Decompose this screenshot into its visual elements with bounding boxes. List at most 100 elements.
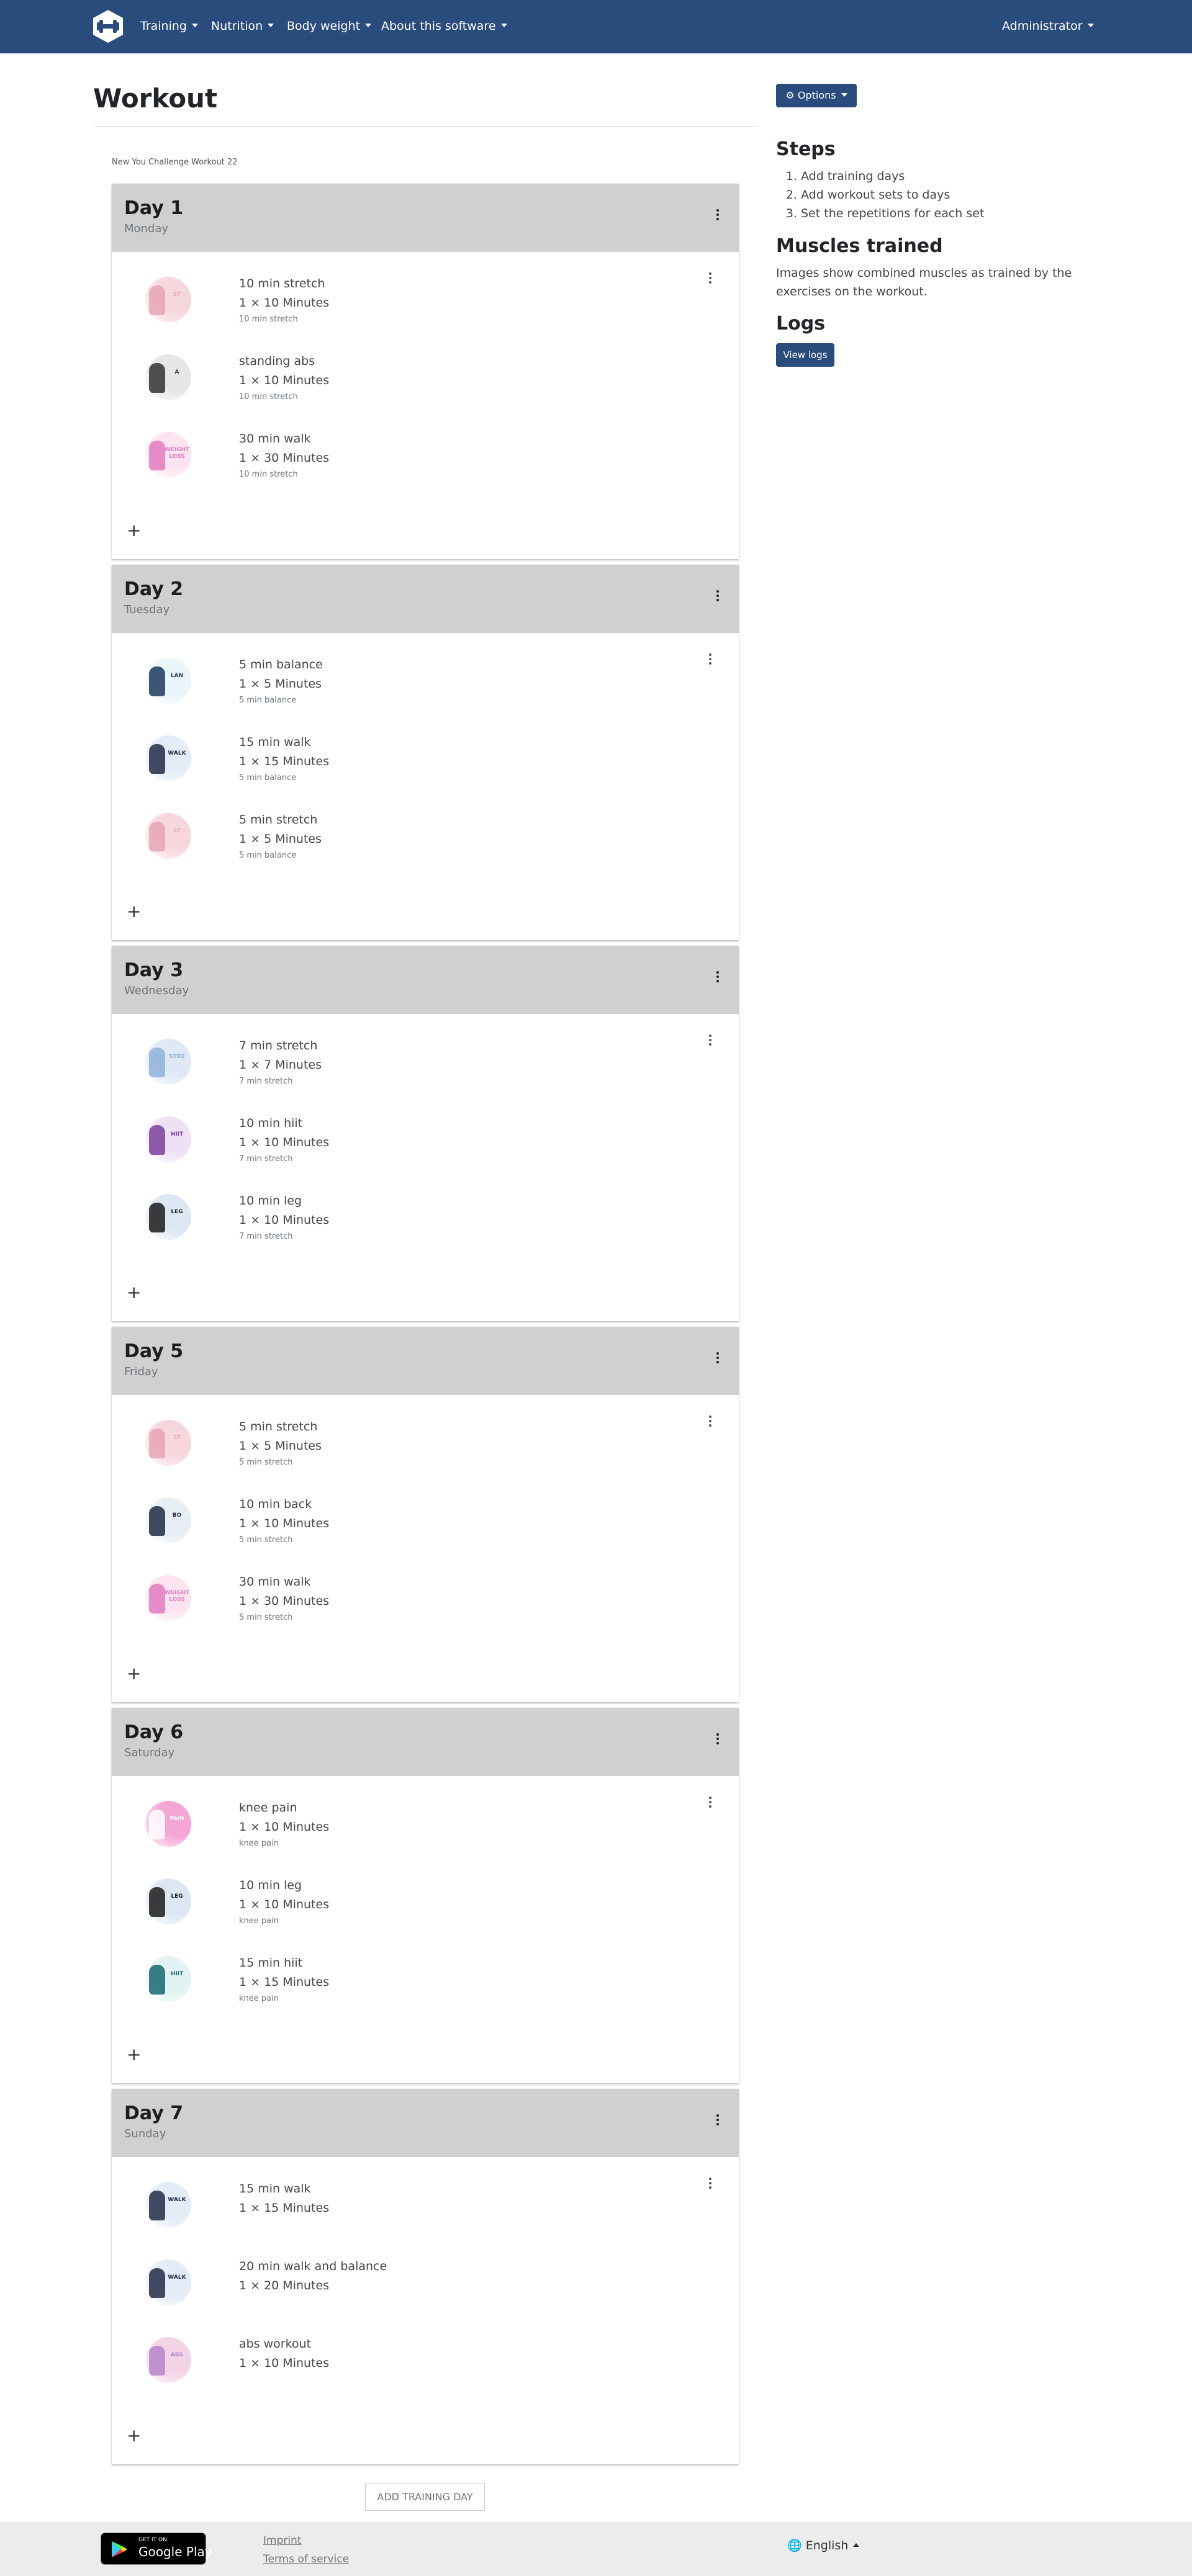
- exercise-thumbnail: ST: [145, 277, 191, 323]
- set-menu-icon[interactable]: [704, 271, 716, 285]
- exercise-sets: 1 × 10 Minutes: [239, 1820, 330, 1834]
- exercise-sets: 1 × 15 Minutes: [239, 1975, 330, 1989]
- exercise-sets: 1 × 30 Minutes: [239, 1594, 330, 1608]
- chevron-down-icon: [500, 23, 507, 27]
- exercise-item[interactable]: ST 5 min stretch 1 × 5 Minutes 5 min balanc…: [112, 807, 670, 875]
- day-header[interactable]: Day 5 Friday: [112, 1327, 739, 1395]
- day-menu-icon[interactable]: [711, 969, 724, 984]
- store-small-text: GET IT ON: [138, 2537, 167, 2543]
- exercise-name: 10 min stretch: [239, 277, 325, 290]
- title-divider: [93, 126, 757, 127]
- nav-training-menu[interactable]: Training: [140, 19, 198, 34]
- exercise-sets: 1 × 5 Minutes: [239, 677, 322, 691]
- thumbnail-caption: HIIT: [170, 1971, 184, 1977]
- exercise-note: 5 min stretch: [239, 1458, 293, 1467]
- add-training-day-button[interactable]: ADD TRAINING DAY: [365, 2484, 485, 2511]
- add-set-icon[interactable]: +: [127, 1665, 141, 1682]
- exercise-note: 7 min stretch: [239, 1154, 293, 1164]
- exercise-item[interactable]: ST 5 min stretch 1 × 5 Minutes 5 min stretc…: [112, 1414, 670, 1482]
- exercise-thumbnail: LAN: [145, 658, 191, 704]
- thumbnail-caption: LEG: [171, 1209, 183, 1215]
- set-menu-icon[interactable]: [704, 652, 716, 666]
- exercise-item[interactable]: HIIT 10 min hiit 1 × 10 Minutes 7 min stret…: [112, 1110, 670, 1178]
- exercise-sets: 1 × 5 Minutes: [239, 1439, 322, 1453]
- add-set-icon[interactable]: +: [127, 522, 141, 539]
- options-button[interactable]: ⚙ Options: [776, 84, 857, 107]
- play-store-icon: [112, 2541, 127, 2557]
- app-logo-icon[interactable]: [92, 9, 124, 43]
- nav-user-menu[interactable]: Administrator: [1002, 19, 1094, 34]
- exercise-thumbnail: ST: [145, 813, 191, 859]
- exercise-note: 5 min balance: [239, 696, 297, 705]
- nav-body-weight-menu[interactable]: Body weight: [287, 19, 372, 34]
- exercise-name: 5 min balance: [239, 658, 323, 671]
- add-set-icon[interactable]: +: [127, 903, 141, 920]
- imprint-link[interactable]: Imprint: [263, 2534, 302, 2547]
- day-weekday: Sunday: [124, 2127, 166, 2140]
- exercise-item[interactable]: LEG 10 min leg 1 × 10 Minutes 7 min stretch: [112, 1188, 670, 1256]
- footer: GET IT ON Google Play Imprint Terms of s…: [0, 2522, 1192, 2576]
- thumbnail-caption: PAIN: [169, 1816, 184, 1822]
- thumbnail-caption: WALK: [168, 2274, 186, 2281]
- exercise-name: 10 min hiit: [239, 1116, 303, 1130]
- exercise-note: 10 min stretch: [239, 470, 298, 479]
- day-header[interactable]: Day 1 Monday: [112, 184, 739, 252]
- page-title: Workout: [93, 83, 218, 114]
- day-header[interactable]: Day 7 Sunday: [112, 2089, 739, 2157]
- day-header[interactable]: Day 2 Tuesday: [112, 565, 739, 633]
- day-title: Day 3: [124, 959, 184, 981]
- nav-about-menu[interactable]: About this software: [381, 19, 507, 34]
- exercise-note: knee pain: [239, 1916, 279, 1926]
- exercise-name: abs workout: [239, 2337, 312, 2351]
- exercise-item[interactable]: LAN 5 min balance 1 × 5 Minutes 5 min balan…: [112, 652, 670, 720]
- add-set-icon[interactable]: +: [127, 1284, 141, 1301]
- set-menu-icon[interactable]: [704, 1414, 716, 1429]
- day-menu-icon[interactable]: [711, 2112, 724, 2127]
- day-title: Day 7: [124, 2103, 184, 2124]
- set-menu-icon[interactable]: [704, 1795, 716, 1810]
- nav-nutrition-menu[interactable]: Nutrition: [211, 19, 274, 34]
- thumbnail-caption: WALK: [168, 2197, 186, 2203]
- step-item: Add workout sets to days: [801, 186, 984, 204]
- add-set-icon[interactable]: +: [127, 2427, 141, 2444]
- exercise-item[interactable]: WALK 15 min walk 1 × 15 Minutes 5 min balan…: [112, 729, 670, 797]
- exercise-item[interactable]: WALK 15 min walk 1 × 15 Minutes: [112, 2176, 670, 2244]
- exercise-item[interactable]: WEIGHT LOSS 30 min walk 1 × 30 Minutes 5 mi…: [112, 1569, 670, 1637]
- exercise-item[interactable]: HIIT 15 min hiit 1 × 15 Minutes knee pain: [112, 1950, 670, 2018]
- exercise-item[interactable]: WALK 20 min walk and balance 1 × 20 Minute…: [112, 2253, 670, 2322]
- day-card: Day 7 Sunday WALK 15 min walk 1 × 15 Minutes…: [112, 2089, 739, 2464]
- set-menu-icon[interactable]: [704, 2176, 716, 2191]
- exercise-thumbnail: WEIGHT LOSS: [145, 432, 191, 478]
- day-header[interactable]: Day 3 Wednesday: [112, 946, 739, 1014]
- exercise-item[interactable]: STRE 7 min stretch 1 × 7 Minutes 7 min stre…: [112, 1033, 670, 1101]
- exercise-note: 10 min stretch: [239, 315, 298, 324]
- day-menu-icon[interactable]: [711, 207, 724, 222]
- terms-link[interactable]: Terms of service: [263, 2553, 349, 2565]
- thumbnail-caption: ST: [173, 1435, 181, 1441]
- exercise-name: 15 min hiit: [239, 1956, 303, 1970]
- set-menu-icon[interactable]: [704, 1033, 716, 1048]
- exercise-item[interactable]: LEG 10 min leg 1 × 10 Minutes knee pain: [112, 1872, 670, 1941]
- day-menu-icon[interactable]: [711, 588, 724, 603]
- step-item: Set the repetitions for each set: [801, 204, 984, 223]
- exercise-item[interactable]: Astanding abs 1 × 10 Minutes 10 min stretc…: [112, 348, 670, 416]
- day-title: Day 6: [124, 1721, 184, 1743]
- chevron-down-icon: [191, 23, 198, 27]
- language-selector[interactable]: 🌐 English: [787, 2538, 860, 2552]
- day-menu-icon[interactable]: [711, 1731, 724, 1746]
- add-set-icon[interactable]: +: [127, 2046, 141, 2063]
- exercise-thumbnail: WEIGHT LOSS: [145, 1575, 191, 1621]
- day-header[interactable]: Day 6 Saturday: [112, 1708, 739, 1776]
- exercise-item[interactable]: PAIN knee pain 1 × 10 Minutes knee pain: [112, 1795, 670, 1863]
- globe-icon: 🌐: [787, 2539, 802, 2552]
- day-menu-icon[interactable]: [711, 1350, 724, 1365]
- google-play-badge[interactable]: GET IT ON Google Play: [101, 2533, 212, 2565]
- exercise-name: 10 min leg: [239, 1878, 302, 1892]
- view-logs-button[interactable]: View logs: [776, 343, 834, 367]
- exercise-item[interactable]: ABS abs workout 1 × 10 Minutes: [112, 2331, 670, 2399]
- exercise-sets: 1 × 10 Minutes: [239, 2356, 330, 2370]
- exercise-item[interactable]: BO 10 min back 1 × 10 Minutes 5 min stretch: [112, 1491, 670, 1560]
- day-card: Day 3 Wednesday STRE 7 min stretch 1 × 7 Min…: [112, 946, 739, 1321]
- exercise-item[interactable]: ST 10 min stretch 1 × 10 Minutes 10 min str…: [112, 271, 670, 339]
- exercise-item[interactable]: WEIGHT LOSS 30 min walk 1 × 30 Minutes 10 m…: [112, 426, 670, 494]
